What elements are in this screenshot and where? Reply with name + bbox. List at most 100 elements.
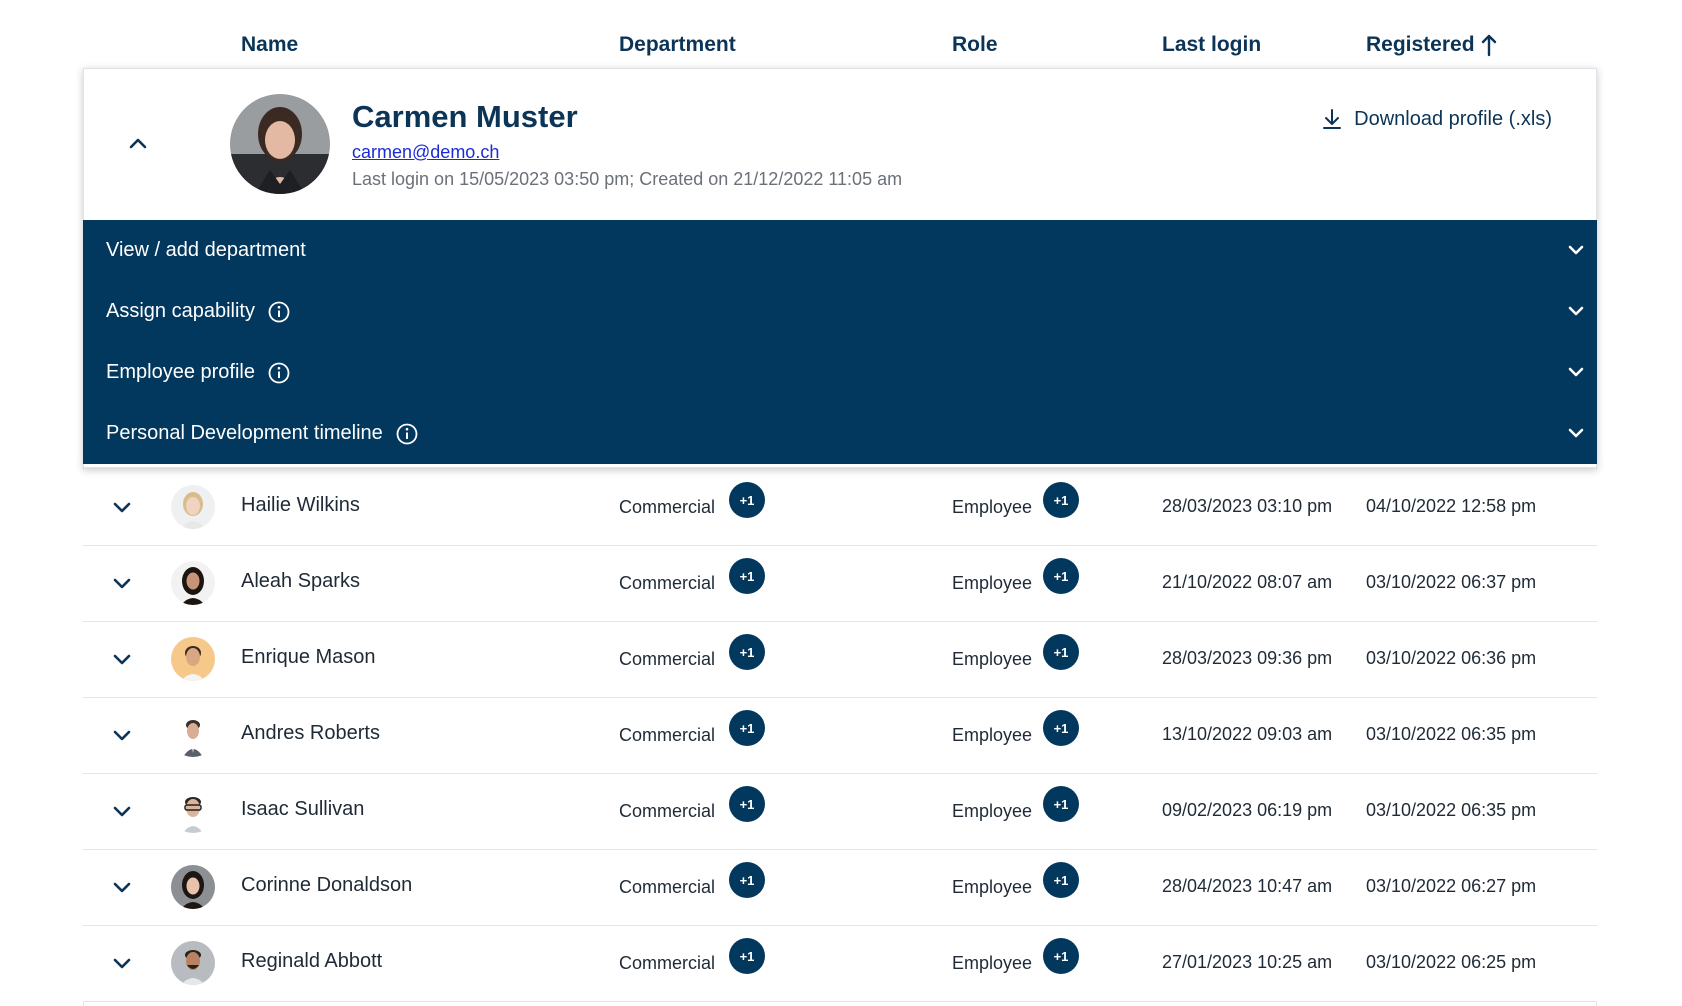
chevron-down-icon bbox=[113, 730, 131, 741]
registered-value: 03/10/2022 06:25 pm bbox=[1366, 952, 1537, 972]
accordion-label: Personal Development timeline bbox=[106, 422, 383, 444]
expand-row-button[interactable] bbox=[108, 646, 136, 674]
user-name[interactable]: Aleah Sparks bbox=[241, 570, 360, 593]
role-label: Employee bbox=[952, 725, 1033, 745]
user-name[interactable]: Isaac Sullivan bbox=[241, 798, 364, 821]
more-departments-badge[interactable]: +1 bbox=[729, 862, 765, 898]
avatar bbox=[171, 485, 215, 529]
info-icon[interactable] bbox=[267, 361, 291, 385]
chevron-down-icon bbox=[113, 654, 131, 665]
role-label: Employee bbox=[952, 801, 1033, 821]
chevron-down-icon bbox=[113, 882, 131, 893]
avatar bbox=[171, 789, 215, 833]
role-label: Employee bbox=[952, 877, 1033, 897]
last-login-value: 09/02/2023 06:19 pm bbox=[1162, 800, 1333, 820]
table-row[interactable]: Aleah Sparks Commercial +1 Employee +1 2… bbox=[83, 546, 1597, 622]
chevron-down-icon bbox=[113, 578, 131, 589]
table-row[interactable]: Reginald Abbott Commercial +1 Employee +… bbox=[83, 926, 1597, 1002]
table-header: Name Department Role Last login Register… bbox=[0, 0, 1682, 68]
user-name[interactable]: Andres Roberts bbox=[241, 722, 380, 745]
registered-value: 03/10/2022 06:35 pm bbox=[1366, 800, 1537, 820]
accordion-assign-capability[interactable]: Assign capability bbox=[83, 281, 1597, 342]
department-label: Commercial bbox=[619, 725, 716, 745]
department-label: Commercial bbox=[619, 497, 716, 517]
department-label: Commercial bbox=[619, 801, 716, 821]
chevron-down-icon bbox=[1568, 245, 1584, 255]
more-departments-badge[interactable]: +1 bbox=[729, 786, 765, 822]
expand-row-button[interactable] bbox=[108, 722, 136, 750]
last-login-value: 21/10/2022 08:07 am bbox=[1162, 572, 1333, 592]
department-label: Commercial bbox=[619, 877, 716, 897]
last-login-value: 28/04/2023 10:47 am bbox=[1162, 876, 1333, 896]
last-login-value: 13/10/2022 09:03 am bbox=[1162, 724, 1333, 744]
avatar bbox=[171, 865, 215, 909]
collapse-row-button[interactable] bbox=[124, 129, 152, 157]
chevron-down-icon bbox=[1568, 367, 1584, 377]
chevron-down-icon bbox=[113, 958, 131, 969]
expanded-user-card: Carmen Muster carmen@demo.ch Last login … bbox=[83, 68, 1597, 468]
expand-row-button[interactable] bbox=[108, 570, 136, 598]
avatar bbox=[171, 941, 215, 985]
expand-row-button[interactable] bbox=[108, 798, 136, 826]
last-login-value: 28/03/2023 09:36 pm bbox=[1162, 648, 1333, 668]
column-header-registered[interactable]: Registered bbox=[1366, 33, 1497, 57]
expand-row-button[interactable] bbox=[108, 494, 136, 522]
info-icon[interactable] bbox=[267, 300, 291, 324]
role-label: Employee bbox=[952, 497, 1033, 517]
download-icon bbox=[1323, 109, 1342, 129]
column-header-role[interactable]: Role bbox=[952, 33, 998, 57]
registered-value: 03/10/2022 06:27 pm bbox=[1366, 876, 1537, 896]
accordion-view-add-department[interactable]: View / add department bbox=[83, 220, 1597, 281]
table-row[interactable]: Andres Roberts Commercial +1 Employee +1… bbox=[83, 698, 1597, 774]
accordion-label: Assign capability bbox=[106, 300, 255, 322]
chevron-down-icon bbox=[1568, 306, 1584, 316]
download-profile-label: Download profile (.xls) bbox=[1354, 107, 1552, 130]
user-name[interactable]: Enrique Mason bbox=[241, 646, 376, 669]
more-roles-badge[interactable]: +1 bbox=[1043, 558, 1079, 594]
column-header-department[interactable]: Department bbox=[619, 33, 736, 57]
more-departments-badge[interactable]: +1 bbox=[729, 938, 765, 974]
arrow-up-icon bbox=[1481, 34, 1496, 57]
table-row[interactable]: Hailie Wilkins Commercial +1 Employee +1… bbox=[83, 470, 1597, 546]
table-row[interactable]: Corinne Donaldson Commercial +1 Employee… bbox=[83, 850, 1597, 926]
registered-value: 03/10/2022 06:37 pm bbox=[1366, 572, 1537, 592]
avatar bbox=[230, 94, 330, 194]
column-header-name[interactable]: Name bbox=[241, 33, 298, 57]
more-departments-badge[interactable]: +1 bbox=[729, 710, 765, 746]
accordion-label: View / add department bbox=[106, 239, 306, 261]
more-roles-badge[interactable]: +1 bbox=[1043, 634, 1079, 670]
more-departments-badge[interactable]: +1 bbox=[729, 558, 765, 594]
user-email-link[interactable]: carmen@demo.ch bbox=[352, 142, 499, 163]
more-roles-badge[interactable]: +1 bbox=[1043, 482, 1079, 518]
info-icon[interactable] bbox=[395, 422, 419, 446]
accordion-employee-profile[interactable]: Employee profile bbox=[83, 342, 1597, 403]
department-label: Commercial bbox=[619, 953, 716, 973]
registered-value: 04/10/2022 12:58 pm bbox=[1366, 496, 1537, 516]
more-roles-badge[interactable]: +1 bbox=[1043, 938, 1079, 974]
accordion-personal-development-timeline[interactable]: Personal Development timeline bbox=[83, 403, 1597, 464]
user-name[interactable]: Corinne Donaldson bbox=[241, 874, 412, 897]
download-profile-button[interactable]: Download profile (.xls) bbox=[1322, 107, 1552, 131]
expand-row-button[interactable] bbox=[108, 950, 136, 978]
user-full-name: Carmen Muster bbox=[352, 99, 578, 134]
more-roles-badge[interactable]: +1 bbox=[1043, 786, 1079, 822]
registered-value: 03/10/2022 06:36 pm bbox=[1366, 648, 1537, 668]
more-departments-badge[interactable]: +1 bbox=[729, 634, 765, 670]
avatar bbox=[171, 713, 215, 757]
more-roles-badge[interactable]: +1 bbox=[1043, 862, 1079, 898]
column-header-last-login[interactable]: Last login bbox=[1162, 33, 1261, 57]
user-accordion: View / add department Assign capability … bbox=[83, 220, 1597, 464]
chevron-down-icon bbox=[1568, 428, 1584, 438]
avatar bbox=[171, 637, 215, 681]
more-roles-badge[interactable]: +1 bbox=[1043, 710, 1079, 746]
user-name[interactable]: Hailie Wilkins bbox=[241, 494, 360, 517]
user-name[interactable]: Reginald Abbott bbox=[241, 950, 382, 973]
avatar bbox=[171, 561, 215, 605]
table-row[interactable]: Enrique Mason Commercial +1 Employee +1 … bbox=[83, 622, 1597, 698]
expand-row-button[interactable] bbox=[108, 874, 136, 902]
role-label: Employee bbox=[952, 649, 1033, 669]
chevron-up-icon bbox=[129, 138, 147, 149]
department-label: Commercial bbox=[619, 573, 716, 593]
more-departments-badge[interactable]: +1 bbox=[729, 482, 765, 518]
table-row[interactable]: Isaac Sullivan Commercial +1 Employee +1… bbox=[83, 774, 1597, 850]
